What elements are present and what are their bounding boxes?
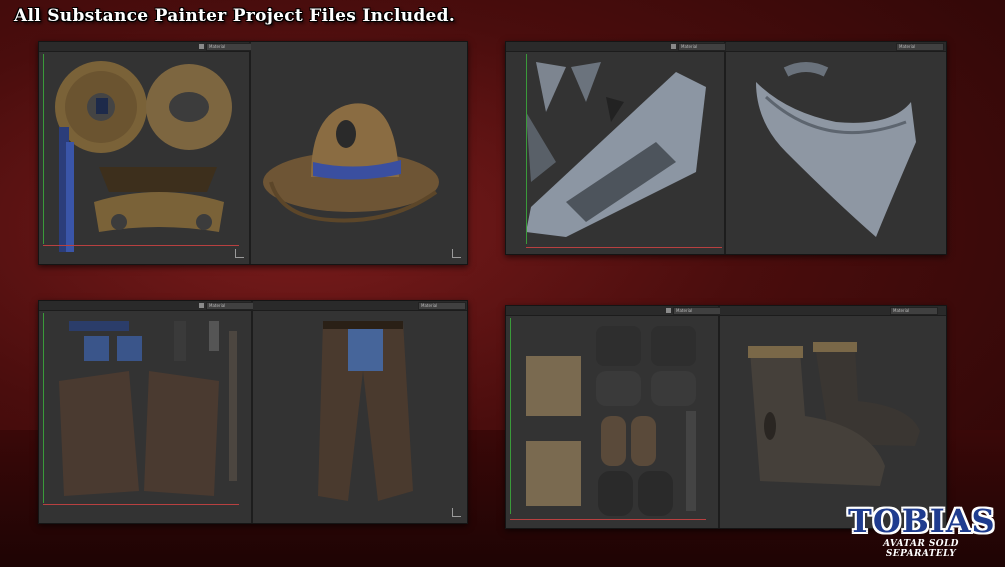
hat-uv-view[interactable]: Material (39, 42, 254, 264)
material-dropdown[interactable]: Material (678, 43, 726, 51)
uv-gizmo-icon (235, 249, 244, 258)
view-icon[interactable] (666, 308, 671, 313)
uv-x-axis (526, 247, 722, 248)
hat-3d-view[interactable] (251, 42, 467, 264)
boots-3d-model (748, 342, 920, 486)
uv-y-axis (526, 54, 527, 244)
bandana-3d-model (756, 62, 916, 237)
view-icon[interactable] (199, 44, 204, 49)
uv-toolbar: Material (506, 42, 726, 52)
uv-toolbar: Material (39, 42, 254, 52)
view-icon[interactable] (671, 44, 676, 49)
bandana-uv-view[interactable]: Material (506, 42, 726, 254)
hat-panel: Material (38, 41, 468, 265)
uv-toolbar: Material (506, 306, 721, 316)
bandana-uv-layout (526, 62, 706, 237)
chaps-3d-model (318, 321, 413, 501)
boots-3d-view[interactable]: Material (720, 306, 946, 528)
uv-x-axis (510, 519, 706, 520)
tobias-logo: TOBIAS AVATAR SOLD SEPARATELY (848, 502, 996, 559)
3d-toolbar: Material (720, 306, 946, 316)
material-dropdown[interactable]: Material (206, 302, 254, 310)
uv-y-axis (43, 313, 44, 503)
material-dropdown[interactable]: Material (890, 307, 938, 315)
page-headline: All Substance Painter Project Files Incl… (14, 6, 456, 26)
chaps-3d-view[interactable]: Material (253, 301, 467, 523)
3d-toolbar: Material (253, 301, 467, 311)
chaps-uv-view[interactable]: Material (39, 301, 254, 523)
material-dropdown[interactable]: Material (206, 43, 254, 51)
uv-y-axis (510, 318, 511, 514)
uv-y-axis (43, 54, 44, 244)
material-dropdown[interactable]: Material (418, 302, 466, 310)
bandana-3d-view[interactable]: Material (726, 42, 946, 254)
brand-tagline: AVATAR SOLD SEPARATELY (883, 539, 959, 559)
uv-x-axis (43, 245, 239, 246)
chaps-panel: Material Material (38, 300, 468, 524)
uv-x-axis (43, 504, 239, 505)
3d-gizmo-icon (452, 508, 461, 517)
uv-toolbar: Material (39, 301, 254, 311)
chaps-uv-layout (59, 321, 237, 496)
hat-3d-model (263, 103, 439, 223)
view-icon[interactable] (199, 303, 204, 308)
boots-panel: Material Material (505, 305, 947, 529)
brand-name: TOBIAS (848, 502, 996, 540)
hat-uv-layout (55, 61, 232, 252)
material-dropdown[interactable]: Material (896, 43, 944, 51)
boots-uv-view[interactable]: Material (506, 306, 721, 528)
material-dropdown[interactable]: Material (673, 307, 721, 315)
3d-gizmo-icon (452, 249, 461, 258)
boots-uv-layout (526, 326, 696, 516)
3d-toolbar: Material (726, 42, 946, 52)
bandana-panel: Material Material (505, 41, 947, 255)
